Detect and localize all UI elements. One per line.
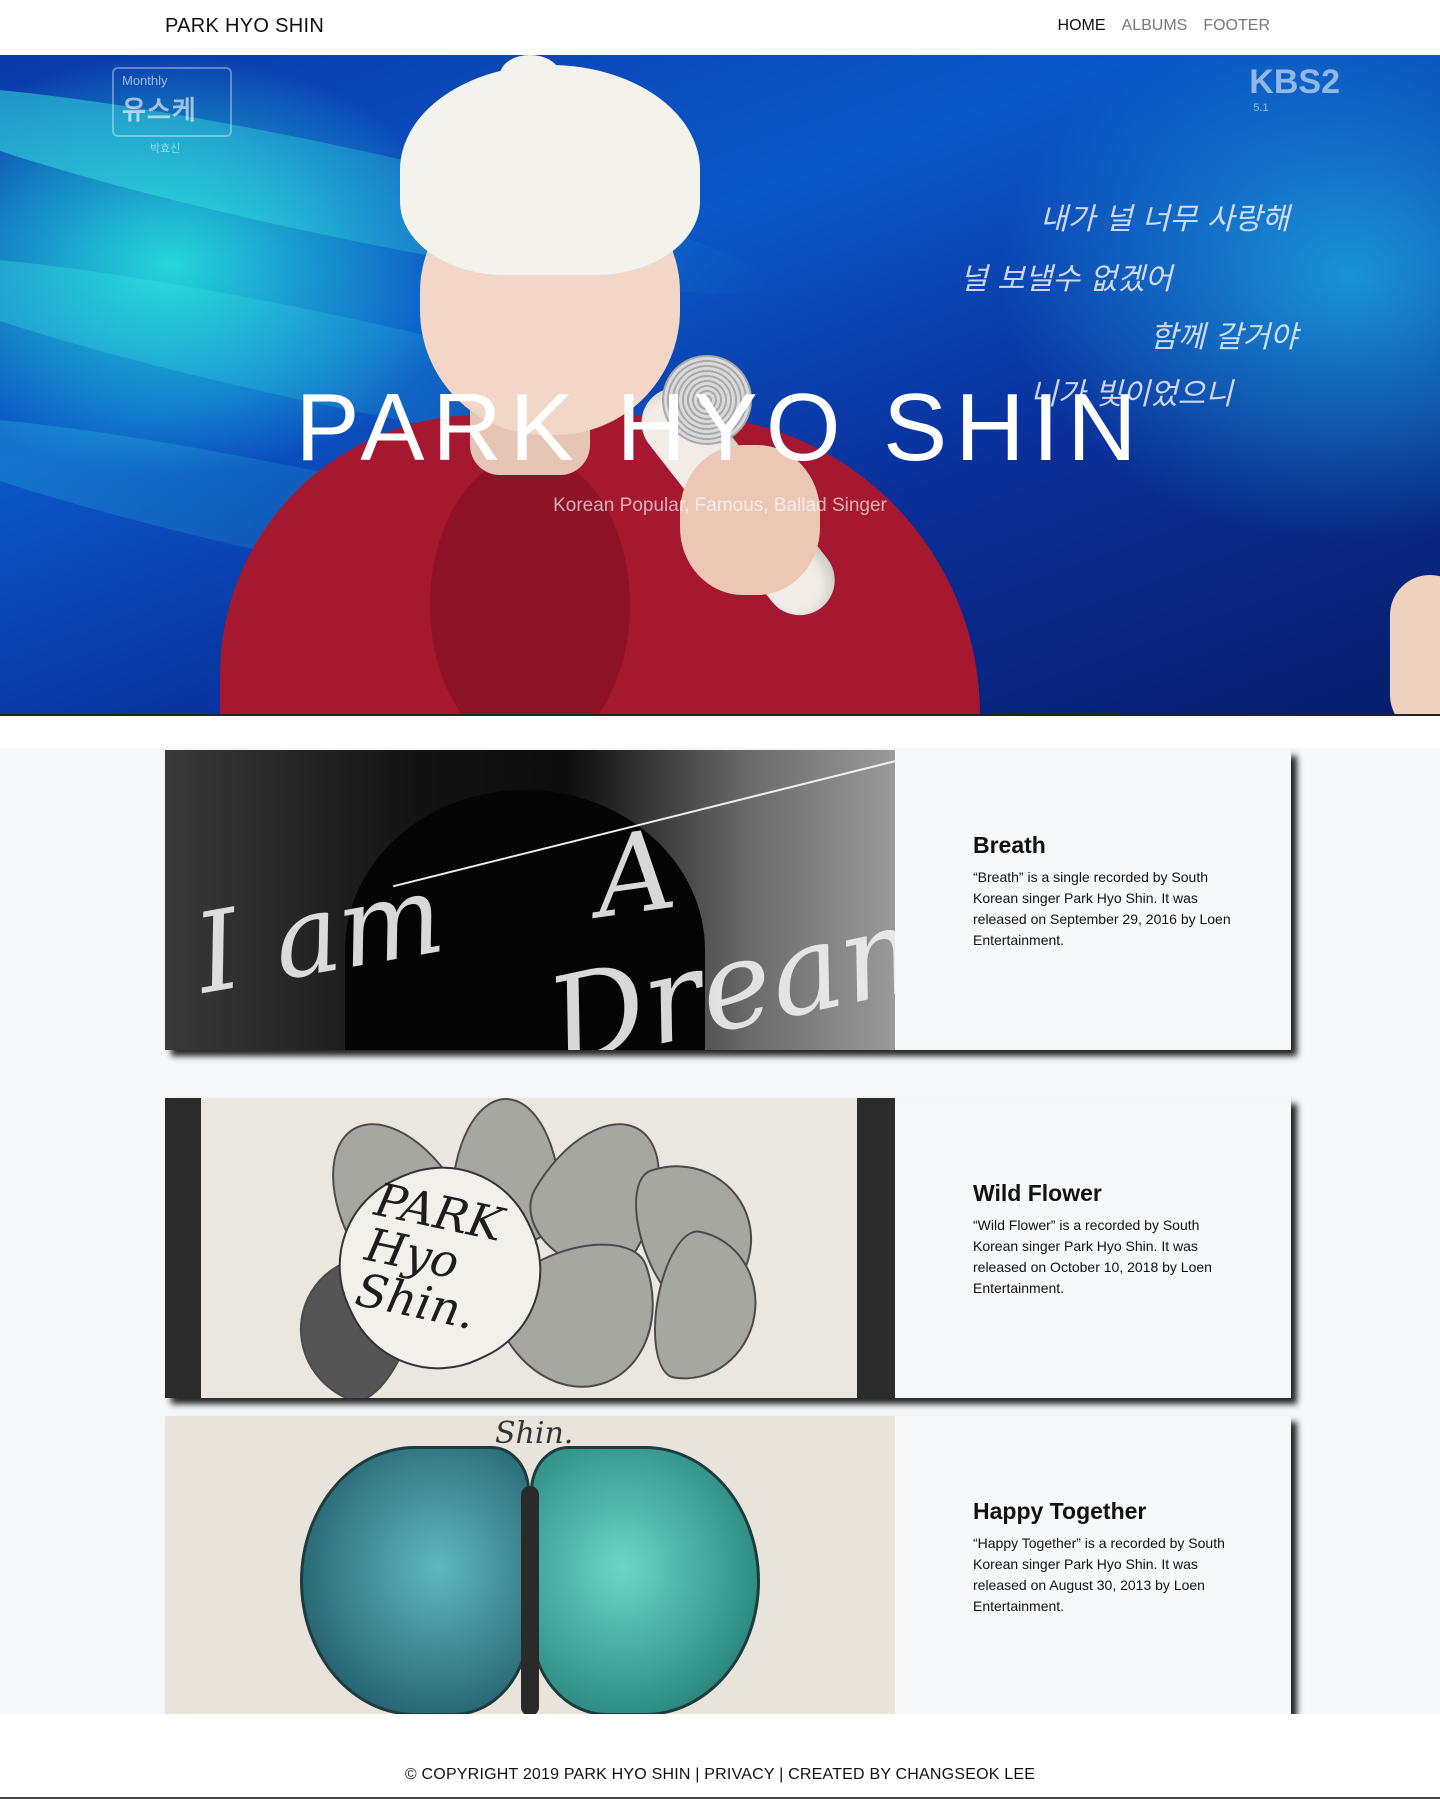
copyright-text: © COPYRIGHT 2019 PARK HYO SHIN bbox=[404, 1766, 691, 1783]
butterfly-body bbox=[521, 1486, 539, 1716]
album-info: Happy Together “Happy Together” is a rec… bbox=[973, 1498, 1233, 1617]
channel-logo-name: KBS2 bbox=[1249, 63, 1340, 101]
album-info: Breath “Breath” is a single recorded by … bbox=[973, 832, 1233, 951]
divider bbox=[0, 714, 1440, 716]
credit-text: CREATED BY CHANGSEOK LEE bbox=[788, 1766, 1036, 1783]
brand-logo[interactable]: PARK HYO SHIN bbox=[165, 15, 324, 38]
albums-section: I am A Dreamer Breath “Breath” is a sing… bbox=[0, 748, 1440, 1716]
nav-link-home[interactable]: HOME bbox=[1058, 17, 1106, 35]
album-description: “Breath” is a single recorded by South K… bbox=[973, 869, 1231, 948]
album-cover-wild-flower: PARK Hyo Shin. bbox=[165, 1098, 895, 1398]
album-description: “Happy Together” is a recorded by South … bbox=[973, 1535, 1225, 1614]
footer-separator: | bbox=[779, 1766, 789, 1783]
audience-hand bbox=[1390, 575, 1440, 714]
butterfly-wing-left bbox=[300, 1446, 530, 1716]
album-title: Wild Flower bbox=[973, 1180, 1102, 1206]
privacy-link[interactable]: PRIVACY bbox=[704, 1766, 774, 1783]
album-card-happy-together: Shin. Happy Together “Happy Together” is… bbox=[165, 1416, 1291, 1716]
album-cover-breath: I am A Dreamer bbox=[165, 750, 895, 1050]
footer-separator: | bbox=[695, 1766, 705, 1783]
lyric-line: 함께 갈거야 bbox=[1150, 320, 1298, 355]
album-description: “Wild Flower” is a recorded by South Kor… bbox=[973, 1217, 1212, 1296]
album-title: Breath bbox=[973, 832, 1046, 858]
channel-logo-sub: 5.1 bbox=[1253, 102, 1269, 114]
nav-link-footer[interactable]: FOOTER bbox=[1203, 17, 1270, 35]
album-info: Wild Flower “Wild Flower” is a recorded … bbox=[973, 1180, 1233, 1299]
lyric-line: 내가 널 너무 사랑해 bbox=[1040, 202, 1290, 237]
nav-link-albums[interactable]: ALBUMS bbox=[1122, 17, 1188, 35]
nav-links: HOME ALBUMS FOOTER bbox=[1058, 17, 1270, 35]
broadcast-logo-sub: 박효신 bbox=[150, 143, 181, 155]
navbar: PARK HYO SHIN HOME ALBUMS FOOTER bbox=[0, 0, 1440, 55]
album-card-wild-flower: PARK Hyo Shin. Wild Flower “Wild Flower”… bbox=[165, 1098, 1291, 1398]
hair-tuft bbox=[500, 55, 560, 95]
cover-text: A bbox=[586, 805, 683, 943]
white-hair bbox=[400, 65, 700, 275]
channel-logo: KBS2 5.1 bbox=[1249, 63, 1340, 114]
hero-title: PARK HYO SHIN bbox=[295, 374, 1145, 481]
butterfly-wing-right bbox=[530, 1446, 760, 1716]
hero-banner: Monthly 유스케 박효신 KBS2 5.1 내가 널 너무 사랑해 널 보… bbox=[0, 55, 1440, 714]
broadcast-logo-top: Monthly bbox=[122, 73, 168, 88]
lyric-line: 널 보낼수 없겠어 bbox=[960, 262, 1173, 297]
footer: © COPYRIGHT 2019 PARK HYO SHIN | PRIVACY… bbox=[0, 1714, 1440, 1805]
divider bbox=[0, 1797, 1440, 1799]
album-card-breath: I am A Dreamer Breath “Breath” is a sing… bbox=[165, 750, 1291, 1050]
footer-text: © COPYRIGHT 2019 PARK HYO SHIN | PRIVACY… bbox=[0, 1766, 1440, 1784]
album-cover-happy-together: Shin. bbox=[165, 1416, 895, 1716]
album-title: Happy Together bbox=[973, 1498, 1147, 1524]
hero-subtitle: Korean Popular, Famous, Ballad Singer bbox=[553, 495, 887, 516]
